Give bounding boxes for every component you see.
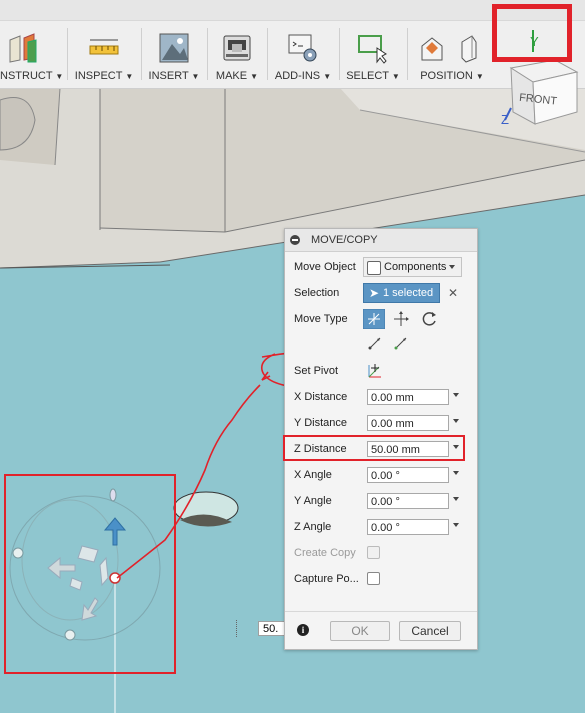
selection-row: Selection ➤ 1 selected ✕ bbox=[285, 283, 477, 305]
selection-label: Selection bbox=[294, 287, 340, 299]
x-angle-input[interactable]: 0.00 ° bbox=[367, 467, 449, 483]
make-label: MAKE bbox=[215, 70, 248, 82]
toolbar-divider bbox=[207, 28, 208, 80]
inspect-menu[interactable]: INSPECT ▼ bbox=[72, 26, 136, 86]
x-distance-label: X Distance bbox=[294, 391, 348, 403]
chevron-down-icon[interactable] bbox=[453, 393, 459, 397]
chevron-down-icon bbox=[449, 265, 455, 269]
y-angle-row: Y Angle 0.00 ° bbox=[285, 491, 477, 513]
scripts-gear-icon bbox=[288, 34, 317, 62]
cursor-arrow-icon: ➤ bbox=[369, 286, 380, 300]
component-icon bbox=[367, 261, 381, 275]
selection-button[interactable]: ➤ 1 selected bbox=[363, 283, 440, 303]
clear-selection-icon[interactable]: ✕ bbox=[448, 286, 458, 300]
viewport-distance-value: 50. bbox=[263, 623, 279, 635]
select-label: SELECT bbox=[346, 70, 389, 82]
x-angle-label: X Angle bbox=[294, 469, 332, 481]
printer-icon bbox=[223, 35, 251, 61]
chevron-down-icon: ▼ bbox=[125, 72, 134, 81]
chevron-down-icon: ▼ bbox=[475, 72, 484, 81]
x-angle-row: X Angle 0.00 ° bbox=[285, 465, 477, 487]
ok-button[interactable]: OK bbox=[330, 621, 390, 641]
y-distance-label: Y Distance bbox=[294, 417, 347, 429]
chevron-down-icon: ▼ bbox=[55, 72, 64, 81]
capture-position-checkbox[interactable] bbox=[367, 572, 380, 585]
x-distance-input[interactable]: 0.00 mm bbox=[367, 389, 449, 405]
construct-label: NSTRUCT bbox=[0, 70, 53, 82]
z-distance-annotation-box bbox=[283, 435, 465, 461]
capture-position-label: Capture Po... bbox=[294, 573, 359, 585]
dialog-footer-divider bbox=[285, 611, 477, 612]
chevron-down-icon[interactable] bbox=[453, 419, 459, 423]
point-to-position-icon[interactable] bbox=[393, 335, 409, 351]
move-object-select[interactable]: Components bbox=[363, 257, 462, 277]
dialog-title: MOVE/COPY bbox=[311, 234, 378, 246]
chevron-down-icon: ▼ bbox=[250, 72, 259, 81]
chevron-down-icon[interactable] bbox=[453, 471, 459, 475]
viewcube-annotation-box bbox=[492, 4, 572, 62]
toolbar-divider bbox=[67, 28, 68, 80]
z-angle-label: Z Angle bbox=[294, 521, 332, 533]
addins-label: ADD-INS bbox=[274, 70, 321, 82]
selection-value: 1 selected bbox=[383, 287, 434, 299]
toolbar-divider bbox=[407, 28, 408, 80]
z-angle-input[interactable]: 0.00 ° bbox=[367, 519, 449, 535]
manipulator-annotation-box bbox=[4, 474, 176, 674]
insert-menu[interactable]: INSERT ▼ bbox=[146, 26, 202, 86]
insert-label: INSERT bbox=[148, 70, 189, 82]
move-object-row: Move Object Components bbox=[285, 257, 477, 279]
set-pivot-label: Set Pivot bbox=[294, 365, 339, 377]
chevron-down-icon: ▼ bbox=[191, 72, 200, 81]
construct-planes-icon bbox=[9, 33, 37, 63]
info-icon[interactable]: i bbox=[297, 624, 309, 636]
toolbar-divider bbox=[339, 28, 340, 80]
select-menu[interactable]: SELECT ▼ bbox=[344, 26, 402, 86]
y-angle-input[interactable]: 0.00 ° bbox=[367, 493, 449, 509]
chevron-down-icon[interactable] bbox=[453, 523, 459, 527]
select-window-icon bbox=[358, 35, 387, 64]
z-angle-row: Z Angle 0.00 ° bbox=[285, 517, 477, 539]
move-object-value: Components bbox=[384, 261, 447, 273]
move-type-row: Move Type bbox=[285, 309, 477, 331]
create-copy-label: Create Copy bbox=[294, 547, 356, 559]
chevron-down-icon: ▼ bbox=[391, 72, 400, 81]
rotate-icon[interactable] bbox=[419, 309, 439, 329]
axis-z-label: Z bbox=[501, 112, 509, 127]
collapse-icon[interactable] bbox=[290, 235, 300, 245]
addins-menu[interactable]: ADD-INS ▼ bbox=[272, 26, 334, 86]
inspect-label: INSPECT bbox=[74, 70, 123, 82]
dialog-header[interactable]: MOVE/COPY bbox=[285, 229, 477, 252]
toolbar-divider bbox=[267, 28, 268, 80]
x-distance-row: X Distance 0.00 mm bbox=[285, 387, 477, 409]
make-menu[interactable]: MAKE ▼ bbox=[212, 26, 262, 86]
chevron-down-icon: ▼ bbox=[323, 72, 332, 81]
ruler-icon bbox=[89, 39, 119, 55]
position-icon bbox=[421, 35, 477, 63]
create-copy-row: Create Copy bbox=[285, 543, 477, 565]
chevron-down-icon[interactable] bbox=[453, 497, 459, 501]
construct-menu[interactable]: NSTRUCT ▼ bbox=[0, 26, 64, 86]
free-move-icon[interactable] bbox=[363, 309, 385, 329]
translate-icon[interactable] bbox=[391, 309, 411, 329]
create-copy-checkbox[interactable] bbox=[367, 546, 380, 559]
insert-image-icon bbox=[159, 33, 189, 63]
viewport-input-grip[interactable] bbox=[236, 620, 245, 637]
set-pivot-icon[interactable] bbox=[365, 361, 385, 381]
y-distance-row: Y Distance 0.00 mm bbox=[285, 413, 477, 435]
info-glyph: i bbox=[301, 625, 305, 635]
position-menu[interactable]: POSITION ▼ bbox=[412, 26, 492, 86]
y-distance-input[interactable]: 0.00 mm bbox=[367, 415, 449, 431]
move-type-label: Move Type bbox=[294, 313, 348, 325]
cancel-button[interactable]: Cancel bbox=[399, 621, 461, 641]
move-type-row-2 bbox=[285, 333, 477, 355]
position-label: POSITION bbox=[420, 70, 473, 82]
move-object-label: Move Object bbox=[294, 261, 356, 273]
point-to-point-icon[interactable] bbox=[367, 335, 383, 351]
set-pivot-row: Set Pivot bbox=[285, 361, 477, 383]
toolbar-divider bbox=[141, 28, 142, 80]
y-angle-label: Y Angle bbox=[294, 495, 332, 507]
capture-position-row: Capture Po... bbox=[285, 569, 477, 591]
